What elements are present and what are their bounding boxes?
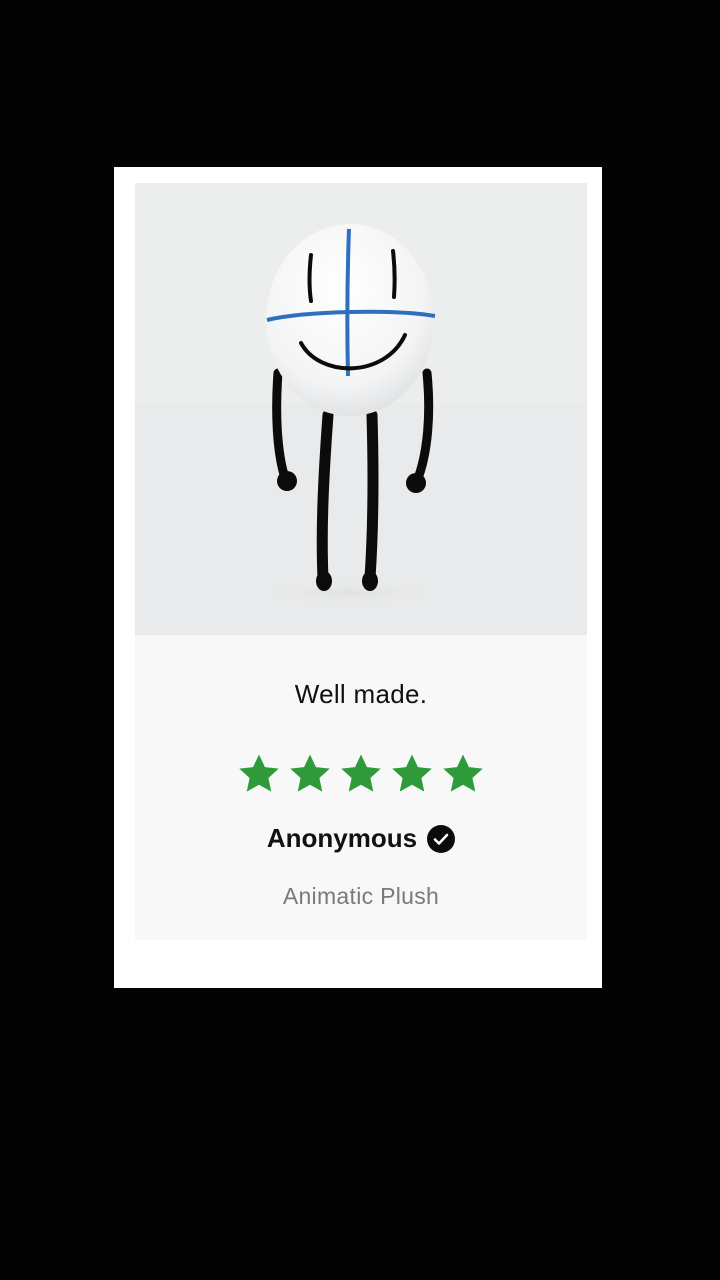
- review-photo: [135, 183, 587, 635]
- star-icon: [239, 754, 279, 792]
- review-text: Well made.: [294, 679, 428, 709]
- verified-check-icon: [427, 824, 456, 853]
- reviewer: Anonymous: [135, 823, 587, 854]
- review-details: Well made. Anonymous Animatic Plush: [135, 635, 587, 940]
- star-icon: [392, 754, 432, 792]
- plush-photo-image: [135, 183, 587, 635]
- star-icon: [341, 754, 381, 792]
- reviewer-name: Anonymous: [266, 823, 418, 853]
- star-rating: [135, 751, 587, 797]
- review-card: Well made. Anonymous Animatic Plush: [114, 167, 602, 988]
- star-icon: [443, 754, 483, 792]
- product-name[interactable]: Animatic Plush: [135, 883, 587, 910]
- screen-background: Well made. Anonymous Animatic Plush: [0, 0, 720, 1280]
- star-icon: [290, 754, 330, 792]
